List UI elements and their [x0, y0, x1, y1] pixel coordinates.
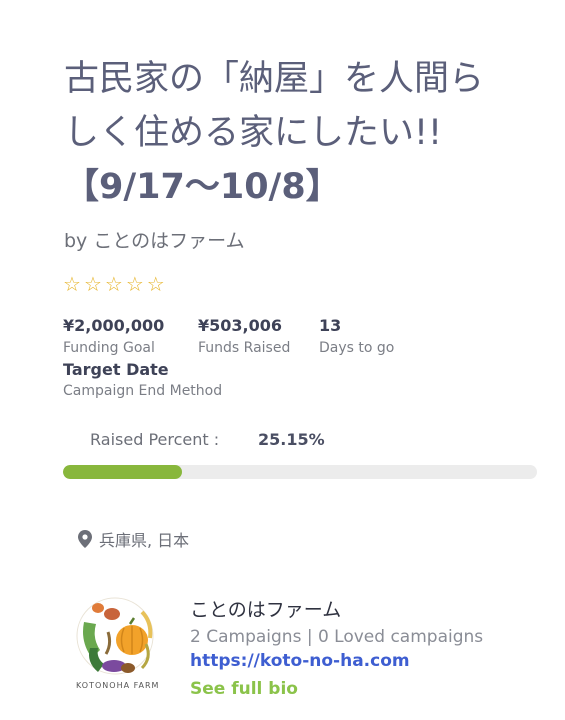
title-line-2: しく住める家にしたい!!: [64, 113, 443, 153]
location-text: 兵庫県, 日本: [99, 531, 190, 550]
title-line-1: 古民家の「納屋」を人間ら: [64, 59, 485, 99]
funding-goal-label: Funding Goal: [63, 340, 155, 356]
raised-percent-value: 25.15%: [258, 430, 325, 449]
target-date-sub: Campaign End Method: [63, 383, 223, 399]
byline[interactable]: by ことのはファーム: [64, 226, 245, 253]
author-website-link[interactable]: https://koto-no-ha.com: [190, 651, 483, 671]
star-outline-icon: ☆: [104, 272, 123, 296]
logo-text: KOTONOHA FARM: [76, 681, 160, 690]
see-full-bio-link[interactable]: See full bio: [190, 679, 483, 699]
funds-raised-value: ¥503,006: [198, 316, 283, 335]
farm-logo[interactable]: [72, 592, 158, 692]
funding-goal: ¥2,000,000 Funding Goal: [63, 316, 164, 356]
star-outline-icon: ☆: [83, 272, 102, 296]
map-pin-icon: [78, 530, 92, 548]
raised-percent-label: Raised Percent :: [90, 430, 220, 449]
campaign-title: 古民家の「納屋」を人間ら しく住める家にしたい!! 【9/17〜10/8】: [64, 52, 534, 214]
author-campaigns: 2 Campaigns | 0 Loved campaigns: [190, 627, 484, 647]
title-line-3: 【9/17〜10/8】: [64, 167, 341, 207]
star-outline-icon: ☆: [146, 272, 165, 296]
location: 兵庫県, 日本: [78, 527, 189, 551]
funding-goal-value: ¥2,000,000: [63, 316, 165, 335]
author-name[interactable]: ことのはファーム: [190, 595, 483, 622]
star-outline-icon: ☆: [125, 272, 144, 296]
target-date-title: Target Date: [63, 360, 169, 379]
target-date: Target Date Campaign End Method: [63, 360, 222, 399]
author-card: ことのはファーム 2 Campaigns | 0 Loved campaigns…: [190, 595, 483, 699]
days-to-go: 13 Days to go: [319, 316, 394, 356]
raised-percent: Raised Percent : 25.15%: [90, 430, 325, 449]
funds-raised: ¥503,006 Funds Raised: [198, 316, 290, 356]
star-outline-icon: ☆: [63, 272, 81, 296]
funds-raised-label: Funds Raised: [198, 340, 291, 356]
progress-bar-fill: [63, 465, 183, 479]
progress-bar: [63, 465, 537, 479]
days-to-go-label: Days to go: [319, 340, 395, 356]
days-to-go-value: 13: [319, 316, 342, 335]
rating-stars: ☆ ☆ ☆ ☆ ☆: [63, 274, 165, 294]
